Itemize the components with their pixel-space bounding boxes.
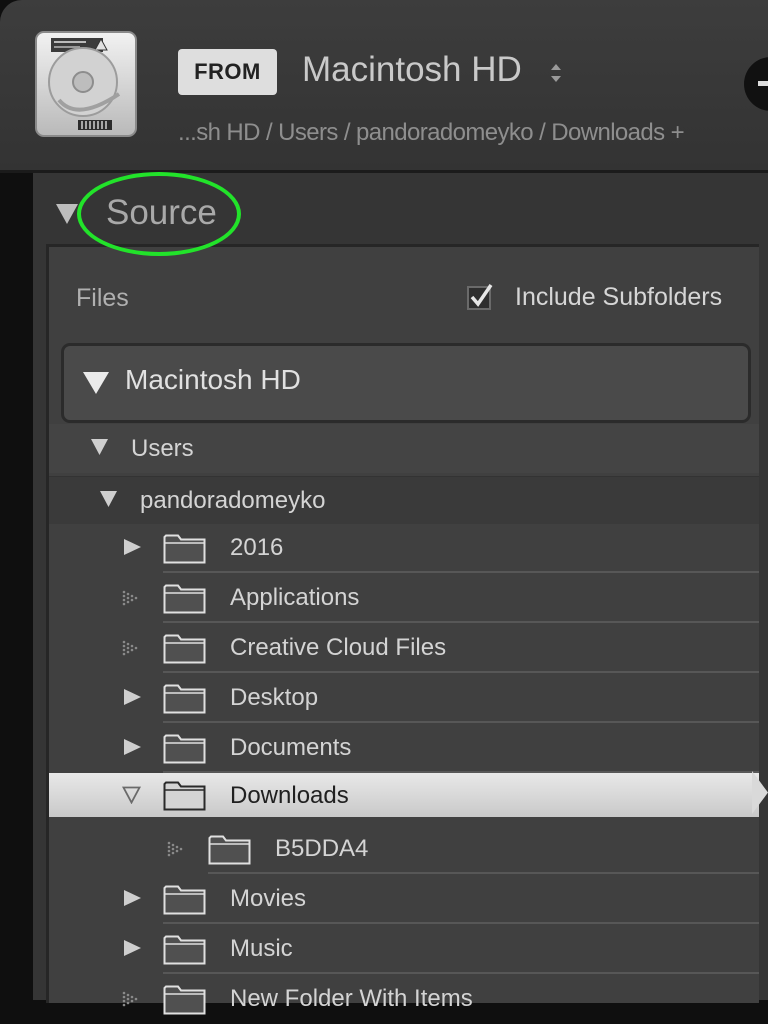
disclosure-triangle-down-icon[interactable] (90, 438, 109, 456)
folder-row[interactable]: Applications (49, 573, 759, 623)
folder-row-selected[interactable]: Downloads (49, 773, 759, 817)
disclosure-triangle-right-icon[interactable] (123, 738, 142, 756)
folder-label: Movies (230, 885, 307, 912)
disclosure-triangle-right-icon[interactable] (123, 889, 142, 907)
no-subfolders-dots-icon (122, 991, 138, 1007)
folder-row[interactable]: Desktop (49, 673, 759, 723)
disclosure-triangle-right-icon[interactable] (123, 939, 142, 957)
folder-row-user-home[interactable]: pandoradomeyko (49, 476, 759, 524)
minus-icon (758, 81, 768, 86)
folder-label: New Folder With Items (230, 985, 473, 1012)
include-subfolders-checkbox[interactable] (466, 283, 494, 311)
folder-row[interactable]: Creative Cloud Files (49, 623, 759, 673)
folder-label: Users (131, 435, 194, 462)
disclosure-triangle-down-icon[interactable] (55, 203, 79, 225)
disclosure-triangle-right-icon[interactable] (123, 538, 142, 556)
folder-label: Applications (230, 584, 360, 611)
folder-row[interactable]: Movies (49, 874, 759, 924)
folder-label: B5DDA4 (275, 835, 369, 862)
folder-row[interactable]: B5DDA4 (49, 824, 759, 874)
include-subfolders-label[interactable]: Include Subfolders (515, 283, 722, 312)
annotation-highlight-ring (77, 172, 241, 256)
folder-icon (163, 584, 206, 614)
folder-label: pandoradomeyko (140, 487, 326, 514)
folder-row[interactable]: Documents (49, 723, 759, 773)
folder-label: Desktop (230, 684, 319, 711)
folder-label: Creative Cloud Files (230, 634, 447, 661)
folder-icon (163, 985, 206, 1015)
folder-icon (163, 734, 206, 764)
folder-label: Music (230, 935, 293, 962)
collapse-button[interactable] (744, 57, 768, 111)
folder-icon (163, 935, 206, 965)
folder-icon (163, 684, 206, 714)
folder-label: Downloads (230, 782, 349, 809)
no-subfolders-dots-icon (167, 841, 183, 857)
from-badge: FROM (178, 49, 277, 95)
folder-label: 2016 (230, 534, 284, 561)
folder-tree: Files Include Subfolders Macintosh HD Us… (46, 244, 759, 1015)
disclosure-triangle-down-icon[interactable] (122, 786, 141, 804)
volume-label: Macintosh HD (125, 364, 301, 395)
source-volume-selector[interactable]: Macintosh HD (302, 50, 522, 90)
disclosure-triangle-down-icon[interactable] (82, 371, 110, 395)
folder-row[interactable]: 2016 (49, 523, 759, 573)
hard-drive-icon (35, 31, 137, 137)
folder-icon (163, 534, 206, 564)
folder-icon (163, 634, 206, 664)
folder-row[interactable]: Music (49, 924, 759, 974)
folder-row[interactable]: New Folder With Items (49, 974, 759, 1024)
import-source-header: FROM Macintosh HD ...sh HD / Users / pan… (0, 0, 768, 173)
stepper-arrows-icon[interactable] (549, 62, 563, 84)
source-panel: Source Files Include Subfolders Macintos… (33, 173, 768, 1015)
folder-label: Documents (230, 734, 352, 761)
disclosure-triangle-down-icon[interactable] (99, 490, 118, 508)
folder-icon (163, 781, 206, 811)
folder-icon (163, 885, 206, 915)
files-label: Files (76, 284, 129, 312)
folder-row-users[interactable]: Users (49, 424, 759, 473)
selection-pointer-icon (752, 771, 768, 814)
no-subfolders-dots-icon (122, 640, 138, 656)
folder-icon (208, 835, 251, 865)
volume-row-macintosh-hd[interactable]: Macintosh HD (61, 343, 751, 423)
disclosure-triangle-right-icon[interactable] (123, 688, 142, 706)
no-subfolders-dots-icon (122, 590, 138, 606)
source-path-breadcrumb[interactable]: ...sh HD / Users / pandoradomeyko / Down… (178, 119, 685, 147)
